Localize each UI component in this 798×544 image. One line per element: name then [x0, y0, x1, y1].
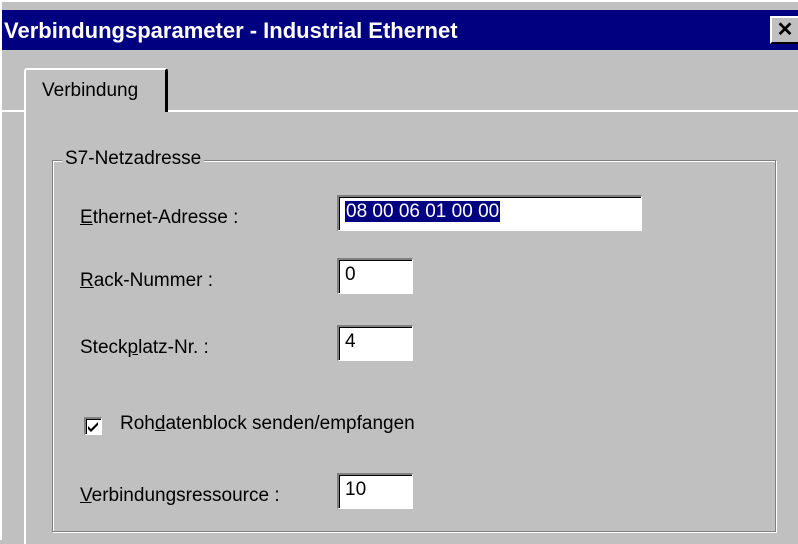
ethernet-address-label: Ethernet-Adresse : — [80, 207, 239, 228]
group-label: S7-Netzadresse — [62, 148, 205, 170]
tab-label: Verbindung — [42, 80, 139, 101]
connection-resource-label: Verbindungsressource : — [80, 485, 280, 506]
connection-resource-field[interactable]: 10 — [337, 473, 413, 509]
rawdata-checkbox[interactable] — [84, 417, 102, 435]
slot-number-value: 4 — [345, 331, 356, 352]
slot-number-label: Steckplatz-Nr. : — [80, 337, 209, 358]
rack-number-label: Rack-Nummer : — [80, 270, 214, 291]
window-title: Verbindungsparameter - Industrial Ethern… — [4, 18, 458, 43]
ethernet-address-value: 08 00 06 01 00 00 — [345, 201, 501, 222]
rawdata-checkbox-label[interactable]: Rohdatenblock senden/empfangen — [120, 413, 415, 435]
close-icon: ✕ — [776, 19, 794, 41]
title-bar[interactable]: Verbindungsparameter - Industrial Ethern… — [2, 10, 798, 50]
rack-number-field[interactable]: 0 — [337, 258, 413, 294]
close-button[interactable]: ✕ — [770, 16, 798, 44]
slot-number-field[interactable]: 4 — [337, 325, 413, 361]
checkmark-icon — [88, 422, 98, 432]
connection-resource-value: 10 — [345, 479, 367, 500]
dialog-window: Verbindungsparameter - Industrial Ethern… — [0, 0, 798, 544]
ethernet-address-field[interactable]: 08 00 06 01 00 00 — [337, 195, 642, 231]
tab-verbindung[interactable]: Verbindung — [24, 68, 168, 112]
rack-number-value: 0 — [345, 264, 356, 285]
